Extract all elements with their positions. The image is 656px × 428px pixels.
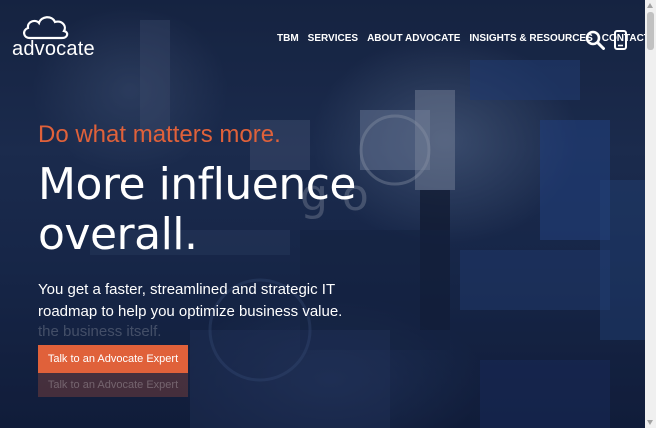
talk-to-expert-button[interactable]: Talk to an Advocate Expert <box>38 345 188 373</box>
hero-headline: More influence overall. <box>38 160 458 260</box>
advocate-logo[interactable]: advocate <box>12 14 95 60</box>
nav-item-about-advocate[interactable]: ABOUT ADVOCATE <box>367 33 460 44</box>
hero-tagline: Do what matters more. <box>38 121 281 148</box>
search-icon[interactable] <box>585 30 605 50</box>
nav-item-insights-resources[interactable]: INSIGHTS & RESOURCES <box>469 33 592 44</box>
phone-icon[interactable] <box>614 30 627 50</box>
scrollbar-thumb[interactable] <box>647 12 654 50</box>
talk-to-expert-ghost-button: Talk to an Advocate Expert <box>38 373 188 397</box>
logo-wordmark: advocate <box>12 38 95 60</box>
scroll-up-arrow-icon[interactable] <box>647 3 653 8</box>
hero-ghost-body-line: the business itself. <box>38 323 162 340</box>
vertical-scrollbar[interactable] <box>645 0 656 428</box>
cloud-logo-icon <box>23 16 69 40</box>
headline-line-2: overall. <box>38 209 198 260</box>
hero-body-text: You get a faster, streamlined and strate… <box>38 281 343 320</box>
headline-line-1: More influence <box>38 159 357 210</box>
nav-item-tbm[interactable]: TBM <box>277 33 299 44</box>
hero-section: advocate TBM SERVICES ABOUT ADVOCATE INS… <box>0 0 645 428</box>
nav-item-services[interactable]: SERVICES <box>308 33 358 44</box>
scroll-down-arrow-icon[interactable] <box>647 420 653 425</box>
